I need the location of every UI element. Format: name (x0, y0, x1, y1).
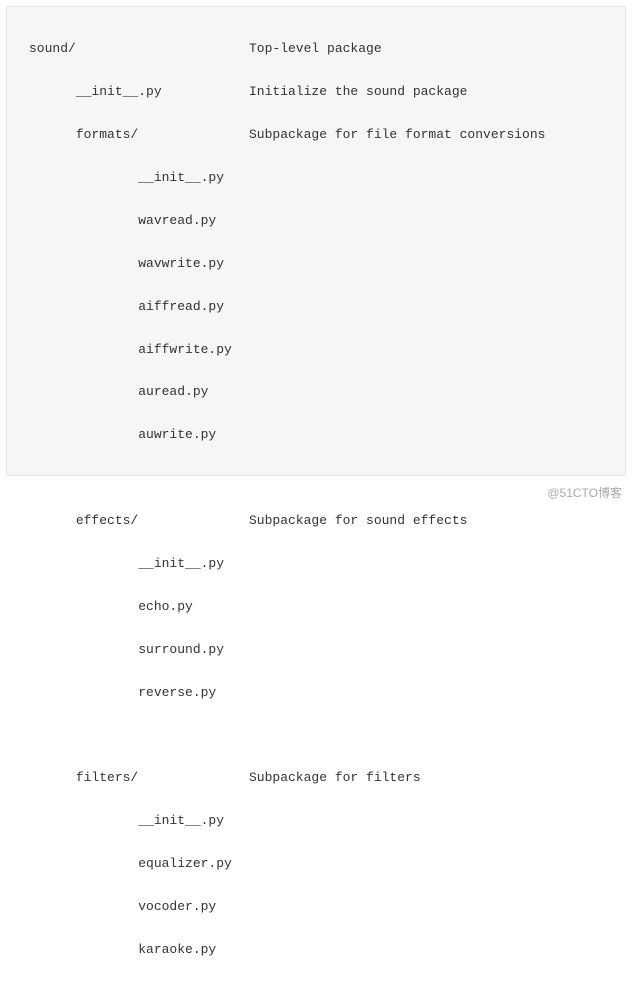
file-echo: echo.py (138, 599, 193, 614)
dir-effects: effects/ (76, 513, 138, 528)
file-init: __init__.py (76, 84, 162, 99)
file-wavread: wavread.py (138, 213, 216, 228)
file-formats-init: __init__.py (138, 170, 224, 185)
comment-formats: Subpackage for file format conversions (249, 124, 545, 145)
comment-root: Top-level package (249, 38, 382, 59)
file-effects-init: __init__.py (138, 556, 224, 571)
watermark-text: @51CTO博客 (547, 484, 622, 504)
comment-init: Initialize the sound package (249, 81, 467, 102)
file-vocoder: vocoder.py (138, 899, 216, 914)
file-aiffwrite: aiffwrite.py (138, 342, 232, 357)
comment-effects: Subpackage for sound effects (249, 510, 467, 531)
dir-filters: filters/ (76, 770, 138, 785)
file-surround: surround.py (138, 642, 224, 657)
file-auread: auread.py (138, 384, 208, 399)
file-karaoke: karaoke.py (138, 942, 216, 957)
dir-root: sound/ (29, 41, 76, 56)
file-equalizer: equalizer.py (138, 856, 232, 871)
file-wavwrite: wavwrite.py (138, 256, 224, 271)
dir-formats: formats/ (76, 127, 138, 142)
file-filters-init: __init__.py (138, 813, 224, 828)
file-reverse: reverse.py (138, 685, 216, 700)
file-aiffread: aiffread.py (138, 299, 224, 314)
file-auwrite: auwrite.py (138, 427, 216, 442)
code-block: sound/Top-level package __init__.py Initi… (6, 6, 626, 476)
comment-filters: Subpackage for filters (249, 767, 421, 788)
